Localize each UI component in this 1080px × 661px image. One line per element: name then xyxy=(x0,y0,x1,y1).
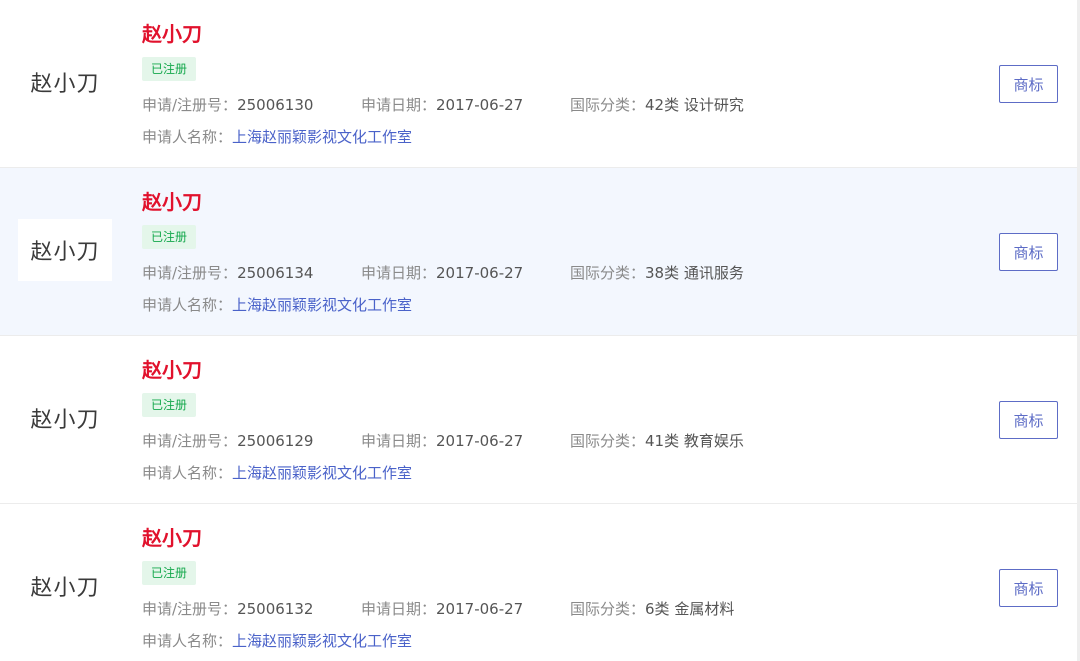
applicant: 申请人名称：上海赵丽颖影视文化工作室 xyxy=(142,294,412,316)
intl-class-label: 国际分类： xyxy=(570,600,646,618)
applicant-label: 申请人名称： xyxy=(142,632,233,650)
trademark-name-link[interactable]: 赵小刀 xyxy=(142,20,202,48)
intl-class-label: 国际分类： xyxy=(570,264,646,282)
trademark-logo[interactable]: 赵小刀 xyxy=(18,387,112,449)
apply-date: 申请日期：2017-06-27 xyxy=(361,262,523,284)
status-badge: 已注册 xyxy=(142,225,197,249)
trademark-row[interactable]: 赵小刀 赵小刀 已注册 申请/注册号：25006134 申请日期：2017-06… xyxy=(0,168,1077,336)
reg-number-label: 申请/注册号： xyxy=(142,432,238,450)
reg-number-label: 申请/注册号： xyxy=(142,264,238,282)
trademark-result-list: 赵小刀 赵小刀 已注册 申请/注册号：25006130 申请日期：2017-06… xyxy=(0,0,1080,661)
reg-number-value: 25006129 xyxy=(237,432,314,450)
intl-class: 国际分类：38类 通讯服务 xyxy=(570,262,744,284)
applicant: 申请人名称：上海赵丽颖影视文化工作室 xyxy=(142,630,412,652)
trademark-row[interactable]: 赵小刀 赵小刀 已注册 申请/注册号：25006132 申请日期：2017-06… xyxy=(0,504,1077,661)
trademark-row[interactable]: 赵小刀 赵小刀 已注册 申请/注册号：25006129 申请日期：2017-06… xyxy=(0,336,1077,504)
trademark-logo[interactable]: 赵小刀 xyxy=(18,219,112,281)
reg-number-value: 25006132 xyxy=(237,600,314,618)
status-badge: 已注册 xyxy=(142,393,197,417)
reg-number-label: 申请/注册号： xyxy=(142,96,238,114)
status-badge: 已注册 xyxy=(142,561,197,585)
apply-date-value: 2017-06-27 xyxy=(436,600,524,618)
apply-date: 申请日期：2017-06-27 xyxy=(361,94,523,116)
apply-date: 申请日期：2017-06-27 xyxy=(361,598,523,620)
trademark-button[interactable]: 商标 xyxy=(999,65,1058,103)
status-badge: 已注册 xyxy=(142,57,197,81)
intl-class-value: 41类 教育娱乐 xyxy=(645,432,744,450)
reg-number-value: 25006130 xyxy=(237,96,314,114)
applicant-link[interactable]: 上海赵丽颖影视文化工作室 xyxy=(232,632,412,650)
intl-class-value: 38类 通讯服务 xyxy=(645,264,744,282)
apply-date-value: 2017-06-27 xyxy=(436,96,524,114)
intl-class-value: 6类 金属材料 xyxy=(645,600,735,618)
reg-number: 申请/注册号：25006130 xyxy=(142,94,313,116)
apply-date-label: 申请日期： xyxy=(361,264,437,282)
applicant-link[interactable]: 上海赵丽颖影视文化工作室 xyxy=(232,128,412,146)
trademark-name-link[interactable]: 赵小刀 xyxy=(142,524,202,552)
applicant-label: 申请人名称： xyxy=(142,464,233,482)
reg-number: 申请/注册号：25006132 xyxy=(142,598,313,620)
applicant: 申请人名称：上海赵丽颖影视文化工作室 xyxy=(142,462,412,484)
apply-date-value: 2017-06-27 xyxy=(436,264,524,282)
applicant-label: 申请人名称： xyxy=(142,296,233,314)
apply-date: 申请日期：2017-06-27 xyxy=(361,430,523,452)
trademark-row[interactable]: 赵小刀 赵小刀 已注册 申请/注册号：25006130 申请日期：2017-06… xyxy=(0,0,1077,168)
apply-date-value: 2017-06-27 xyxy=(436,432,524,450)
applicant: 申请人名称：上海赵丽颖影视文化工作室 xyxy=(142,126,412,148)
apply-date-label: 申请日期： xyxy=(361,432,437,450)
trademark-button[interactable]: 商标 xyxy=(999,401,1058,439)
applicant-label: 申请人名称： xyxy=(142,128,233,146)
intl-class-label: 国际分类： xyxy=(570,96,646,114)
intl-class: 国际分类：41类 教育娱乐 xyxy=(570,430,744,452)
intl-class-value: 42类 设计研究 xyxy=(645,96,744,114)
trademark-button[interactable]: 商标 xyxy=(999,569,1058,607)
apply-date-label: 申请日期： xyxy=(361,600,437,618)
trademark-name-link[interactable]: 赵小刀 xyxy=(142,188,202,216)
trademark-name-link[interactable]: 赵小刀 xyxy=(142,356,202,384)
applicant-link[interactable]: 上海赵丽颖影视文化工作室 xyxy=(232,464,412,482)
reg-number-value: 25006134 xyxy=(237,264,314,282)
intl-class: 国际分类：6类 金属材料 xyxy=(570,598,734,620)
intl-class-label: 国际分类： xyxy=(570,432,646,450)
apply-date-label: 申请日期： xyxy=(361,96,437,114)
applicant-link[interactable]: 上海赵丽颖影视文化工作室 xyxy=(232,296,412,314)
reg-number-label: 申请/注册号： xyxy=(142,600,238,618)
trademark-button[interactable]: 商标 xyxy=(999,233,1058,271)
trademark-logo[interactable]: 赵小刀 xyxy=(18,555,112,617)
reg-number: 申请/注册号：25006129 xyxy=(142,430,313,452)
reg-number: 申请/注册号：25006134 xyxy=(142,262,313,284)
intl-class: 国际分类：42类 设计研究 xyxy=(570,94,744,116)
trademark-logo[interactable]: 赵小刀 xyxy=(18,51,112,113)
